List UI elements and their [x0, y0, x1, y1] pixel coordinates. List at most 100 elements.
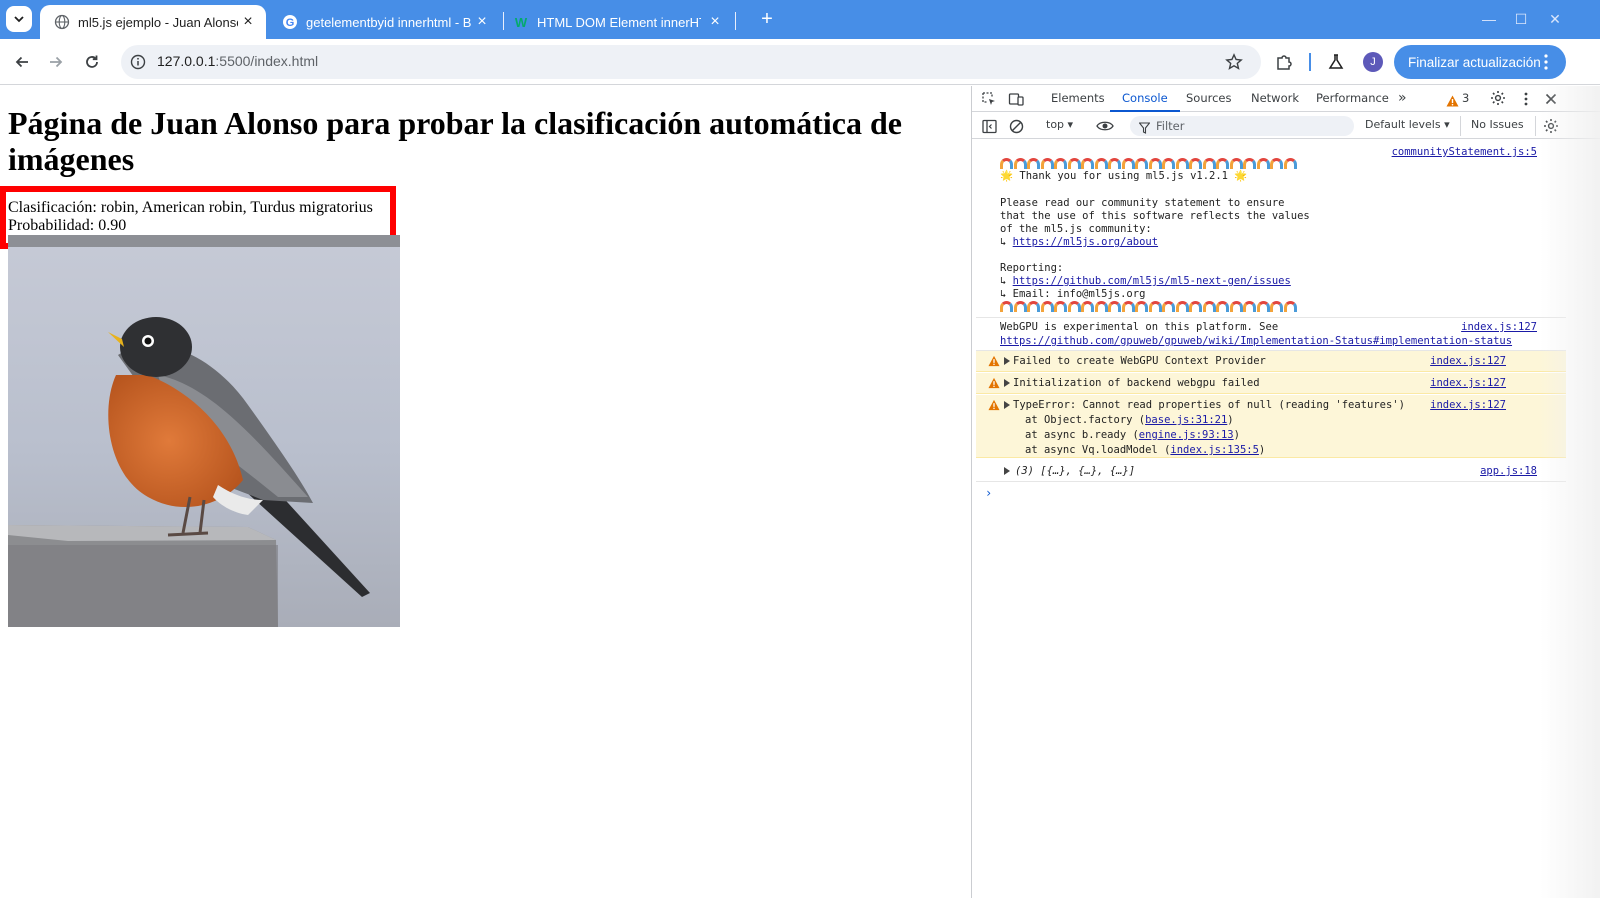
stack-frame-link[interactable]: engine.js:93:13	[1139, 429, 1234, 441]
finish-update-button[interactable]: Finalizar actualización	[1394, 45, 1566, 79]
devtools-tab-bar: Elements Console Sources Network Perform…	[972, 86, 1600, 112]
tab-ml5-ejemplo[interactable]: ml5.js ejemplo - Juan Alonso ×	[40, 5, 266, 39]
context-label: top	[1046, 118, 1065, 131]
row-divider	[976, 481, 1566, 482]
source-link[interactable]: index.js:127	[1430, 399, 1506, 411]
labs-button[interactable]	[1324, 50, 1348, 74]
console-message: ↳ https://github.com/ml5js/ml5-next-gen/…	[1000, 275, 1291, 287]
console-warning[interactable]: Failed to create WebGPU Context Provider…	[976, 351, 1566, 372]
close-devtools-icon[interactable]	[1542, 90, 1560, 108]
console-warning[interactable]: TypeError: Cannot read properties of nul…	[976, 395, 1566, 458]
tab-strip: ml5.js ejemplo - Juan Alonso × G getelem…	[0, 0, 1600, 39]
stack-frame: at async Vq.loadModel (index.js:135:5)	[1025, 444, 1265, 457]
info-icon[interactable]	[130, 54, 146, 75]
close-icon[interactable]: ×	[474, 13, 490, 30]
context-selector[interactable]: top ▾	[1046, 118, 1073, 131]
devtools-panel: Elements Console Sources Network Perform…	[971, 86, 1600, 898]
new-tab-button[interactable]: +	[756, 8, 778, 30]
tab-google-search[interactable]: G getelementbyid innerhtml - B ×	[268, 5, 500, 39]
avatar[interactable]: J	[1363, 52, 1383, 72]
maximize-icon[interactable]: ☐	[1512, 10, 1530, 28]
warning-icon[interactable]	[1446, 92, 1459, 111]
flask-icon	[1328, 54, 1344, 69]
svg-text:G: G	[286, 17, 295, 29]
puzzle-icon	[1277, 55, 1292, 70]
source-link[interactable]: index.js:127	[1461, 321, 1537, 333]
issues-button[interactable]: No Issues	[1471, 118, 1524, 131]
back-button[interactable]	[10, 50, 34, 74]
minimize-icon[interactable]: —	[1480, 10, 1498, 28]
tab-separator	[503, 12, 504, 30]
error-text: TypeError: Cannot read properties of nul…	[1013, 399, 1405, 411]
devtools-tab-console[interactable]: Console	[1110, 86, 1180, 112]
issues-link[interactable]: https://github.com/ml5js/ml5-next-gen/is…	[1013, 275, 1291, 287]
forward-button[interactable]	[44, 50, 68, 74]
devtools-tab-network[interactable]: Network	[1251, 86, 1299, 112]
stack-frame-text: at async b.ready (	[1025, 429, 1139, 441]
source-link[interactable]: index.js:127	[1430, 355, 1506, 367]
settings-gear-icon[interactable]	[1489, 89, 1507, 107]
console-message: that the use of this software reflects t…	[1000, 210, 1310, 222]
console-message: of the ml5.js community:	[1000, 223, 1152, 235]
device-toolbar-icon[interactable]	[1007, 90, 1025, 108]
expand-triangle-icon[interactable]	[1004, 467, 1010, 475]
reload-button[interactable]	[80, 50, 104, 74]
stack-frame-text: )	[1233, 429, 1240, 441]
stack-frame-link[interactable]: base.js:31:21	[1145, 414, 1227, 426]
console-message: Please read our community statement to e…	[1000, 197, 1285, 209]
tab-title: getelementbyid innerhtml - B	[306, 14, 472, 30]
toolbar-separator	[1309, 53, 1311, 71]
source-link[interactable]: index.js:127	[1430, 377, 1506, 389]
close-icon[interactable]: ×	[240, 13, 256, 30]
about-link[interactable]: https://ml5js.org/about	[1013, 236, 1158, 248]
extensions-button[interactable]	[1272, 50, 1296, 74]
google-icon: G	[282, 14, 298, 30]
tab-search-button[interactable]	[6, 6, 32, 32]
console-filter-input[interactable]: Filter	[1130, 116, 1354, 136]
bookmark-star-icon[interactable]	[1225, 53, 1243, 76]
console-message: 🌟 Thank you for using ml5.js v1.2.1 🌟	[1000, 170, 1248, 182]
log-levels-label: Default levels	[1365, 118, 1441, 131]
page-viewport: Página de Juan Alonso para probar la cla…	[0, 86, 971, 898]
devtools-tab-elements[interactable]: Elements	[1051, 86, 1105, 112]
window-close-icon[interactable]: ✕	[1546, 10, 1564, 28]
clear-console-icon[interactable]	[1007, 117, 1025, 135]
stack-frame: at Object.factory (base.js:31:21)	[1025, 414, 1234, 427]
console-message: WebGPU is experimental on this platform.…	[1000, 321, 1279, 333]
inspect-element-icon[interactable]	[980, 90, 998, 108]
warning-count[interactable]: 3	[1462, 86, 1469, 112]
sidebar-toggle-icon[interactable]	[980, 117, 998, 135]
warning-icon	[988, 355, 1000, 367]
globe-icon	[54, 14, 70, 30]
source-link[interactable]: communityStatement.js:5	[1392, 146, 1537, 158]
expand-triangle-icon[interactable]	[1004, 401, 1010, 409]
rainbow-row	[1000, 301, 1297, 315]
source-link[interactable]: app.js:18	[1480, 465, 1537, 477]
console-settings-icon[interactable]	[1542, 117, 1560, 135]
reload-icon	[86, 55, 98, 68]
devtools-tab-performance[interactable]: Performance	[1316, 86, 1389, 112]
warning-icon	[988, 399, 1000, 411]
arrow-right-icon	[50, 56, 63, 68]
warning-text: Initialization of backend webgpu failed	[1013, 377, 1260, 389]
eye-icon[interactable]	[1096, 117, 1114, 135]
expand-triangle-icon[interactable]	[1004, 357, 1010, 365]
filter-placeholder: Filter	[1156, 119, 1185, 133]
close-icon[interactable]: ×	[707, 13, 723, 30]
console-message: ↳ Email: info@ml5js.org	[1000, 288, 1146, 300]
tab-title: ml5.js ejemplo - Juan Alonso	[78, 14, 238, 30]
tab-w3schools[interactable]: W HTML DOM Element innerHT ×	[505, 5, 733, 39]
address-bar[interactable]: 127.0.0.1:5500/index.html	[121, 45, 1261, 79]
console-prompt-icon[interactable]: ›	[985, 487, 992, 500]
stack-frame-link[interactable]: index.js:135:5	[1170, 444, 1259, 456]
more-vert-icon[interactable]	[1517, 90, 1535, 108]
console-log-result[interactable]: (3) [{…}, {…}, {…}]	[1015, 465, 1135, 478]
expand-triangle-icon[interactable]	[1004, 379, 1010, 387]
warning-text: Failed to create WebGPU Context Provider	[1013, 355, 1266, 367]
devtools-tab-sources[interactable]: Sources	[1186, 86, 1232, 112]
log-levels-dropdown[interactable]: Default levels ▾	[1365, 118, 1450, 131]
update-label: Finalizar actualización	[1408, 54, 1541, 70]
webgpu-status-link[interactable]: https://github.com/gpuweb/gpuweb/wiki/Im…	[1000, 335, 1512, 348]
more-tabs-icon[interactable]: »	[1398, 86, 1407, 112]
console-warning[interactable]: Initialization of backend webgpu failed …	[976, 373, 1566, 394]
